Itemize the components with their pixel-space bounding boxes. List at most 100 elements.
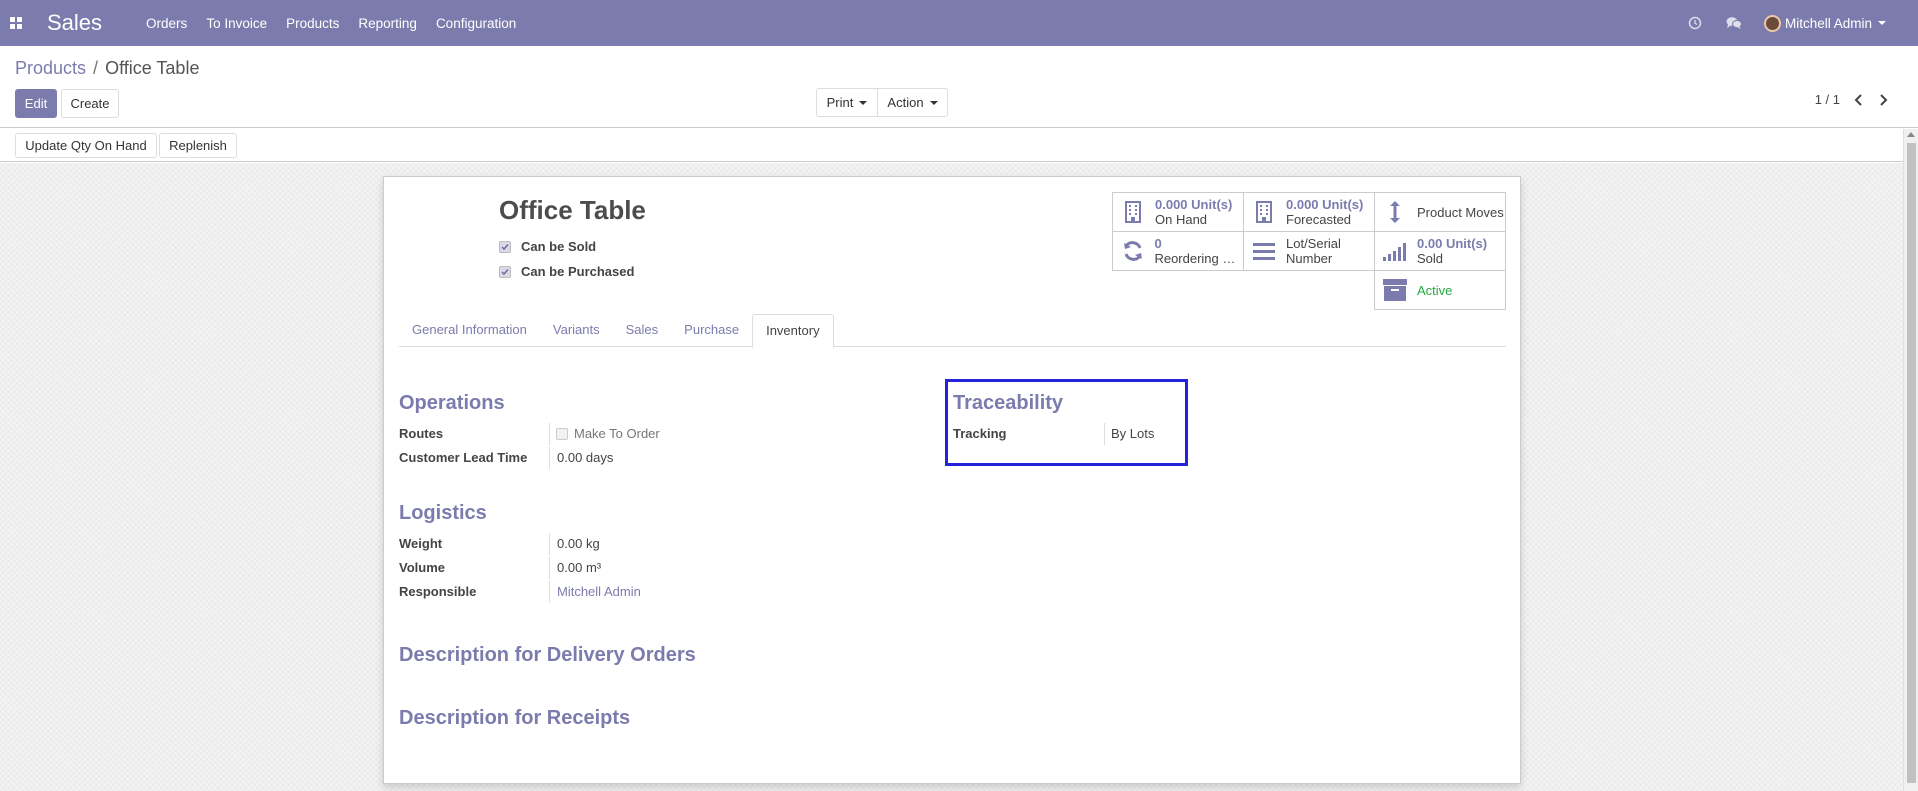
scroll-up-arrow-icon[interactable] — [1907, 132, 1915, 137]
responsible-label: Responsible — [399, 584, 477, 599]
routes-label: Routes — [399, 426, 444, 441]
apps-menu-icon[interactable] — [1, 0, 31, 46]
update-qty-on-hand-button[interactable]: Update Qty On Hand — [15, 133, 157, 158]
user-avatar — [1763, 14, 1781, 32]
vertical-scrollbar[interactable] — [1903, 129, 1918, 791]
weight-field[interactable]: 0.00 kg — [557, 536, 600, 551]
print-dropdown-button[interactable]: Print — [816, 88, 878, 117]
active-toggle-button[interactable]: Active — [1374, 270, 1506, 310]
chevron-down-icon — [929, 100, 938, 105]
pager: 1 / 1 — [1815, 92, 1888, 107]
lot-serial-label-2: Number — [1286, 251, 1333, 266]
create-button[interactable]: Create — [61, 89, 119, 118]
can-be-purchased-row: Can be Purchased — [499, 264, 634, 279]
notebook-tabs: General Information Variants Sales Purch… — [399, 314, 1506, 348]
tab-general-information[interactable]: General Information — [399, 314, 540, 347]
can-be-purchased-label: Can be Purchased — [521, 264, 635, 279]
forecasted-button[interactable]: 0.000 Unit(s) Forecasted — [1243, 192, 1375, 232]
archive-icon — [1381, 279, 1409, 301]
scroll-thumb[interactable] — [1907, 143, 1916, 783]
signal-bars-icon — [1381, 241, 1409, 261]
breadcrumb-products-link[interactable]: Products — [15, 58, 86, 79]
chevron-down-icon — [1878, 21, 1886, 25]
sold-value: 0.00 — [1417, 236, 1443, 251]
make-to-order-checkbox[interactable] — [556, 427, 568, 440]
operations-title: Operations — [399, 392, 505, 414]
user-name: Mitchell Admin — [1784, 15, 1872, 31]
weight-unit: kg — [585, 536, 600, 551]
form-statusbar: Update Qty On Hand Replenish — [0, 129, 1918, 162]
tab-sales[interactable]: Sales — [613, 314, 672, 347]
responsible-link[interactable]: Mitchell Admin — [557, 584, 641, 599]
sold-button[interactable]: 0.00 Unit(s) Sold — [1374, 231, 1506, 271]
forecasted-label: Forecasted — [1286, 212, 1352, 227]
chevron-down-icon — [859, 100, 868, 105]
field-separator — [549, 423, 550, 445]
tab-variants[interactable]: Variants — [540, 314, 613, 347]
forecasted-value: 0.000 — [1286, 197, 1319, 212]
forecasted-unit: Unit(s) — [1322, 197, 1364, 212]
breadcrumb-separator: / — [93, 58, 99, 78]
volume-field[interactable]: 0.00 m³ — [557, 560, 601, 575]
reordering-rules-button[interactable]: 0 Reordering R… — [1112, 231, 1244, 271]
menu-products[interactable]: Products — [286, 16, 339, 31]
weight-label: Weight — [399, 536, 443, 551]
user-menu[interactable]: Mitchell Admin — [1763, 14, 1886, 32]
product-name[interactable]: Office Table — [499, 195, 646, 226]
description-delivery-title: Description for Delivery Orders — [399, 644, 696, 666]
field-separator — [549, 557, 550, 579]
main-menu: Orders To Invoice Products Reporting Con… — [146, 16, 535, 31]
reordering-label: Reordering R… — [1154, 251, 1243, 266]
app-title[interactable]: Sales — [47, 10, 102, 36]
breadcrumb-current: Office Table — [105, 58, 200, 78]
can-be-sold-row: Can be Sold — [499, 239, 596, 254]
routes-field: Make To Order — [556, 426, 660, 441]
replenish-button[interactable]: Replenish — [159, 133, 237, 158]
activity-clock-icon[interactable] — [1688, 16, 1702, 30]
top-navbar: Sales Orders To Invoice Products Reporti… — [0, 0, 1918, 46]
lot-serial-button[interactable]: Lot/Serial Number — [1243, 231, 1375, 271]
on-hand-value: 0.000 — [1155, 197, 1188, 212]
edit-button[interactable]: Edit — [15, 89, 57, 118]
sold-unit: Unit(s) — [1445, 236, 1488, 251]
product-moves-label: Product Moves — [1417, 204, 1504, 220]
description-receipts-title: Description for Receipts — [399, 707, 631, 729]
traceability-highlight-box — [945, 379, 1188, 466]
menu-configuration[interactable]: Configuration — [436, 16, 516, 31]
pager-next-icon[interactable] — [1878, 93, 1888, 106]
menu-reporting[interactable]: Reporting — [358, 16, 417, 31]
pager-value[interactable]: 1 / 1 — [1815, 92, 1840, 107]
breadcrumb: Products / Office Table — [15, 58, 199, 79]
can-be-purchased-checkbox[interactable] — [499, 265, 511, 278]
tab-inventory[interactable]: Inventory — [752, 314, 834, 348]
weight-value: 0.00 — [557, 536, 583, 551]
can-be-sold-label: Can be Sold — [521, 239, 597, 254]
lot-serial-label-1: Lot/Serial — [1286, 236, 1341, 251]
tab-purchase[interactable]: Purchase — [671, 314, 752, 347]
action-dropdown-button[interactable]: Action — [877, 88, 948, 117]
active-label: Active — [1417, 282, 1453, 298]
action-label: Action — [887, 95, 924, 110]
reordering-value: 0 — [1154, 236, 1162, 251]
smart-buttons-box: 0.000 Unit(s) On Hand 0.000 Unit(s) Foreca… — [1112, 192, 1506, 310]
messaging-chat-icon[interactable] — [1726, 16, 1742, 30]
menu-to-invoice[interactable]: To Invoice — [206, 16, 267, 31]
can-be-sold-checkbox[interactable] — [499, 240, 511, 253]
pager-previous-icon[interactable] — [1854, 93, 1864, 106]
vertical-arrows-icon — [1381, 200, 1409, 224]
on-hand-label: On Hand — [1155, 212, 1208, 227]
field-separator — [549, 533, 550, 555]
building-icon — [1250, 201, 1278, 223]
refresh-icon — [1119, 240, 1146, 262]
customer-lead-time-label: Customer Lead Time — [399, 450, 528, 465]
building-icon — [1119, 201, 1147, 223]
volume-label: Volume — [399, 560, 445, 575]
field-separator — [549, 447, 550, 469]
make-to-order-label: Make To Order — [574, 426, 660, 441]
menu-orders[interactable]: Orders — [146, 16, 187, 31]
product-moves-button[interactable]: Product Moves — [1374, 192, 1506, 232]
customer-lead-time-value[interactable]: 0.00 days — [557, 450, 613, 465]
control-panel: Products / Office Table Edit Create Prin… — [0, 46, 1918, 128]
volume-value: 0.00 — [557, 560, 583, 575]
on-hand-button[interactable]: 0.000 Unit(s) On Hand — [1112, 192, 1244, 232]
